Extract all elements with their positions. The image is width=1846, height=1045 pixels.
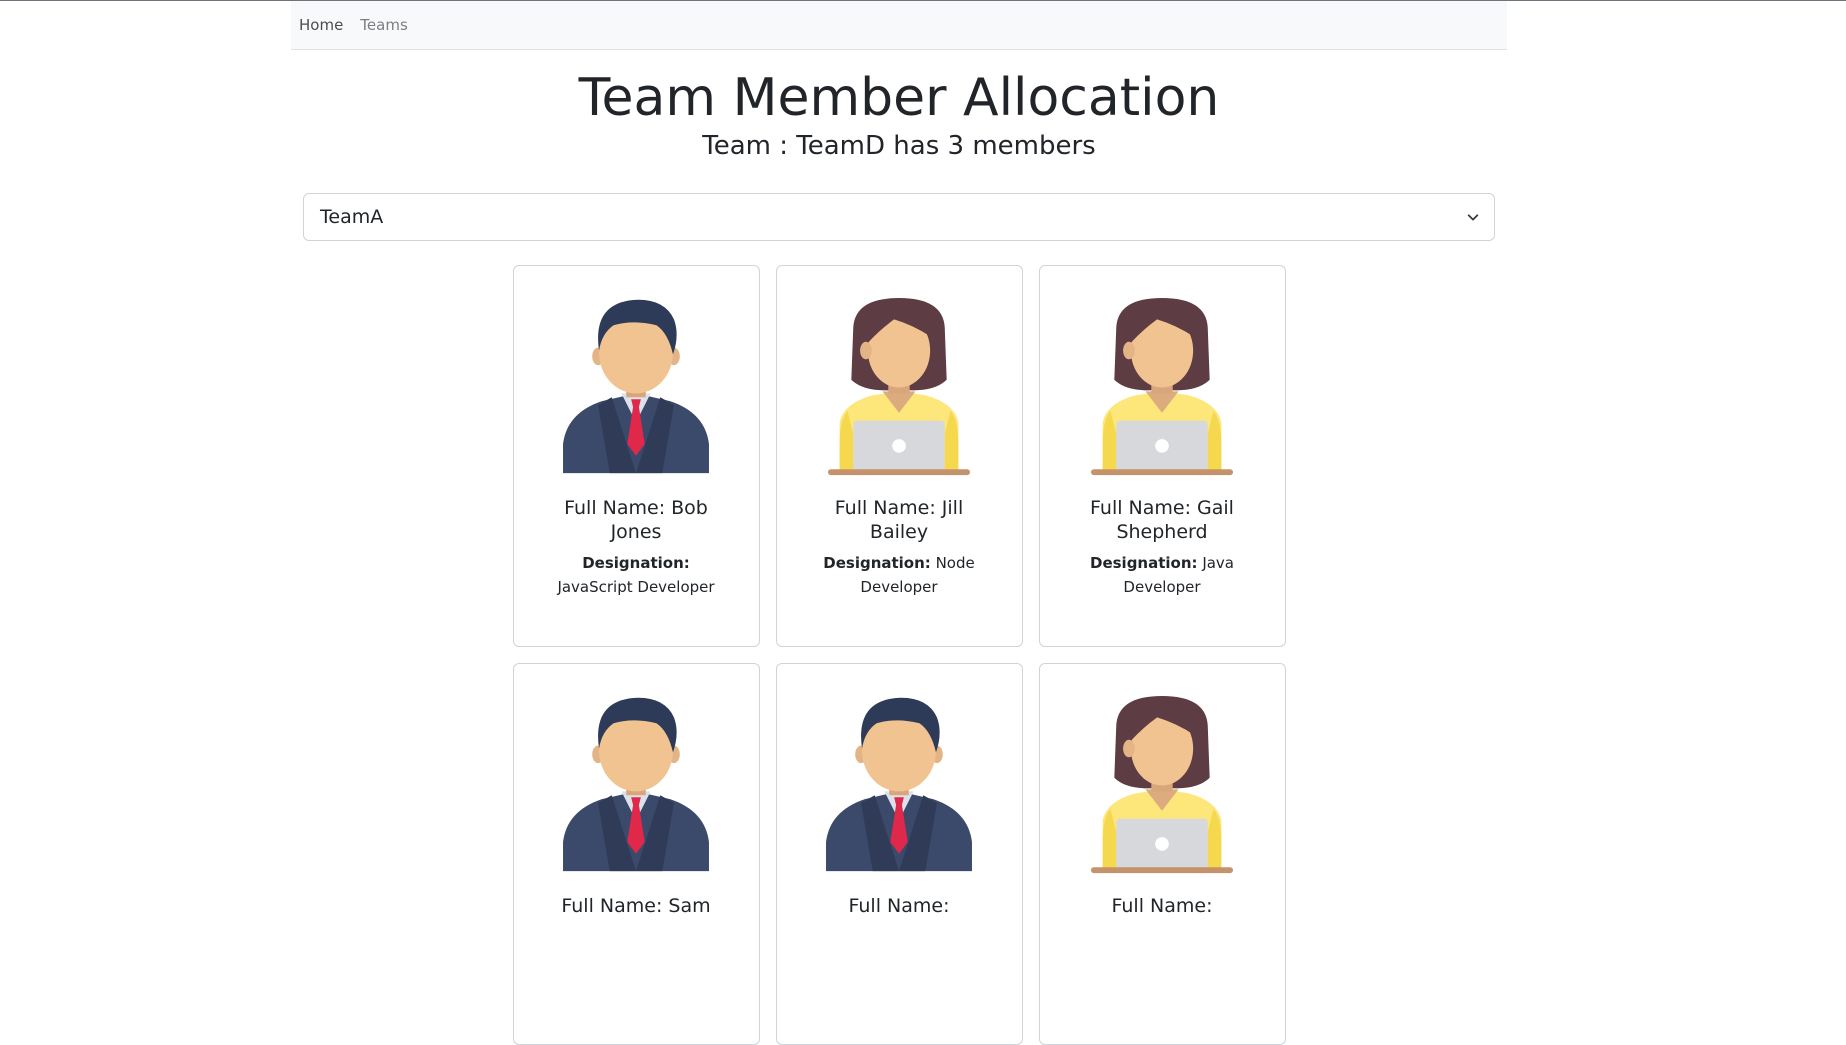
navbar: Home Teams — [291, 1, 1507, 50]
member-name: Full Name: Gail Shepherd — [1090, 497, 1234, 543]
designation-value: JavaScript Developer — [557, 578, 715, 596]
member-designation: Designation: Java Developer — [1072, 551, 1252, 599]
member-card[interactable]: Full Name: Sam — [512, 663, 760, 1045]
designation-label: Designation: — [1090, 554, 1198, 572]
member-card[interactable]: Full Name: — [775, 663, 1023, 1045]
designation-label: Designation: — [823, 554, 931, 572]
page-title: Team Member Allocation — [578, 68, 1220, 128]
member-designation: Designation: Node Developer — [809, 551, 989, 599]
male-avatar-icon — [826, 697, 972, 872]
nav-link-home[interactable]: Home — [299, 16, 343, 34]
member-card[interactable]: Full Name: Jill Bailey Designation: Node… — [775, 265, 1023, 647]
member-card[interactable]: Full Name: — [1038, 663, 1286, 1045]
chevron-down-icon — [1467, 214, 1479, 221]
member-grid: Full Name: Bob Jones Designation: JavaSc… — [291, 265, 1507, 1045]
team-select[interactable]: TeamA — [303, 193, 1495, 241]
nav-link-teams[interactable]: Teams — [360, 16, 407, 34]
member-card[interactable]: Full Name: Gail Shepherd Designation: Ja… — [1038, 265, 1286, 647]
member-designation: Designation: JavaScript Developer — [546, 551, 726, 599]
member-name: Full Name: Bob Jones — [564, 497, 708, 543]
member-name: Full Name: — [1111, 895, 1213, 917]
member-name: Full Name: Sam — [561, 895, 711, 917]
member-card[interactable]: Full Name: Bob Jones Designation: JavaSc… — [512, 265, 760, 647]
male-avatar-icon — [563, 299, 709, 474]
team-summary: Team : TeamD has 3 members — [702, 131, 1096, 161]
female-avatar-icon — [1090, 696, 1234, 874]
female-avatar-icon — [1090, 298, 1234, 476]
member-name: Full Name: — [848, 895, 950, 917]
member-name: Full Name: Jill Bailey — [834, 497, 964, 543]
female-avatar-icon — [827, 298, 971, 476]
designation-label: Designation: — [582, 554, 690, 572]
team-select-value: TeamA — [320, 206, 384, 228]
male-avatar-icon — [563, 697, 709, 872]
